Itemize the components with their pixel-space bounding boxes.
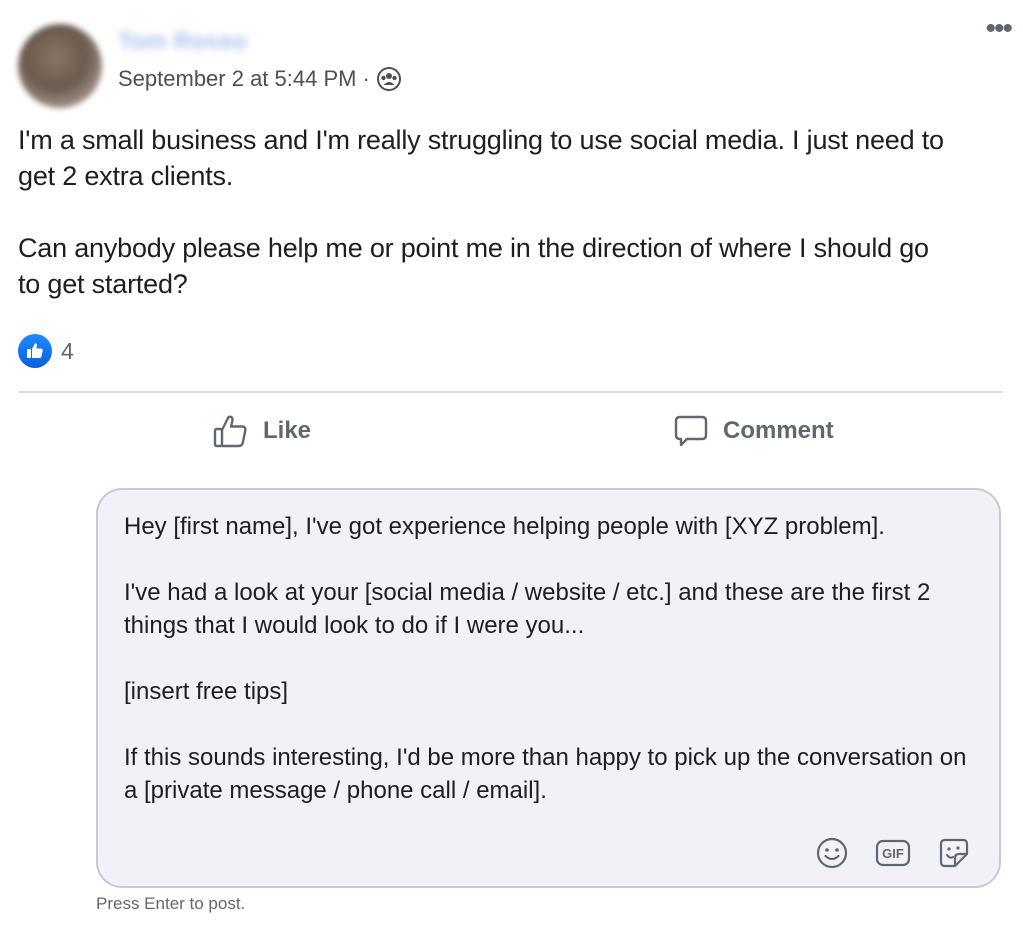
comment-paragraph: If this sounds interesting, I'd be more … <box>124 744 967 804</box>
comment-draft-text[interactable]: Hey [first name], I've got experience he… <box>124 510 984 840</box>
comment-button[interactable]: Comment <box>672 412 834 450</box>
comment-paragraph: [insert free tips] <box>124 678 289 705</box>
comment-paragraph: I've had a look at your [social media / … <box>124 579 931 639</box>
post-meta: September 2 at 5:44 PM · <box>118 66 402 92</box>
like-button[interactable]: Like <box>212 412 311 450</box>
reactions-summary[interactable]: 4 <box>18 334 74 368</box>
group-icon[interactable] <box>376 66 402 92</box>
like-reaction-icon <box>18 334 52 368</box>
author-name[interactable]: Tom Rosso <box>118 28 247 56</box>
comment-icon <box>674 415 708 447</box>
author-avatar[interactable] <box>18 24 102 108</box>
like-label: Like <box>263 417 312 444</box>
gif-label: GIF <box>882 846 904 861</box>
post-paragraph: Can anybody please help me or point me i… <box>18 233 929 299</box>
more-options-icon[interactable]: ••• <box>985 14 1012 44</box>
comment-input[interactable]: Hey [first name], I've got experience he… <box>96 488 1001 888</box>
post-hint: Press Enter to post. <box>96 894 246 913</box>
sticker-icon[interactable] <box>937 836 971 870</box>
comment-label: Comment <box>723 417 834 444</box>
comment-tools: GIF <box>815 836 971 870</box>
thumbs-up-icon <box>213 415 247 448</box>
meta-separator: · <box>362 66 370 91</box>
post-paragraph: I'm a small business and I'm really stru… <box>18 125 944 191</box>
gif-icon[interactable]: GIF <box>875 836 911 870</box>
reaction-count: 4 <box>61 337 74 364</box>
post-timestamp[interactable]: September 2 at 5:44 PM <box>118 66 356 92</box>
emoji-icon[interactable] <box>815 836 849 870</box>
post-body: I'm a small business and I'm really stru… <box>18 122 958 338</box>
comment-paragraph: Hey [first name], I've got experience he… <box>124 513 885 540</box>
actions-divider <box>18 391 1003 393</box>
